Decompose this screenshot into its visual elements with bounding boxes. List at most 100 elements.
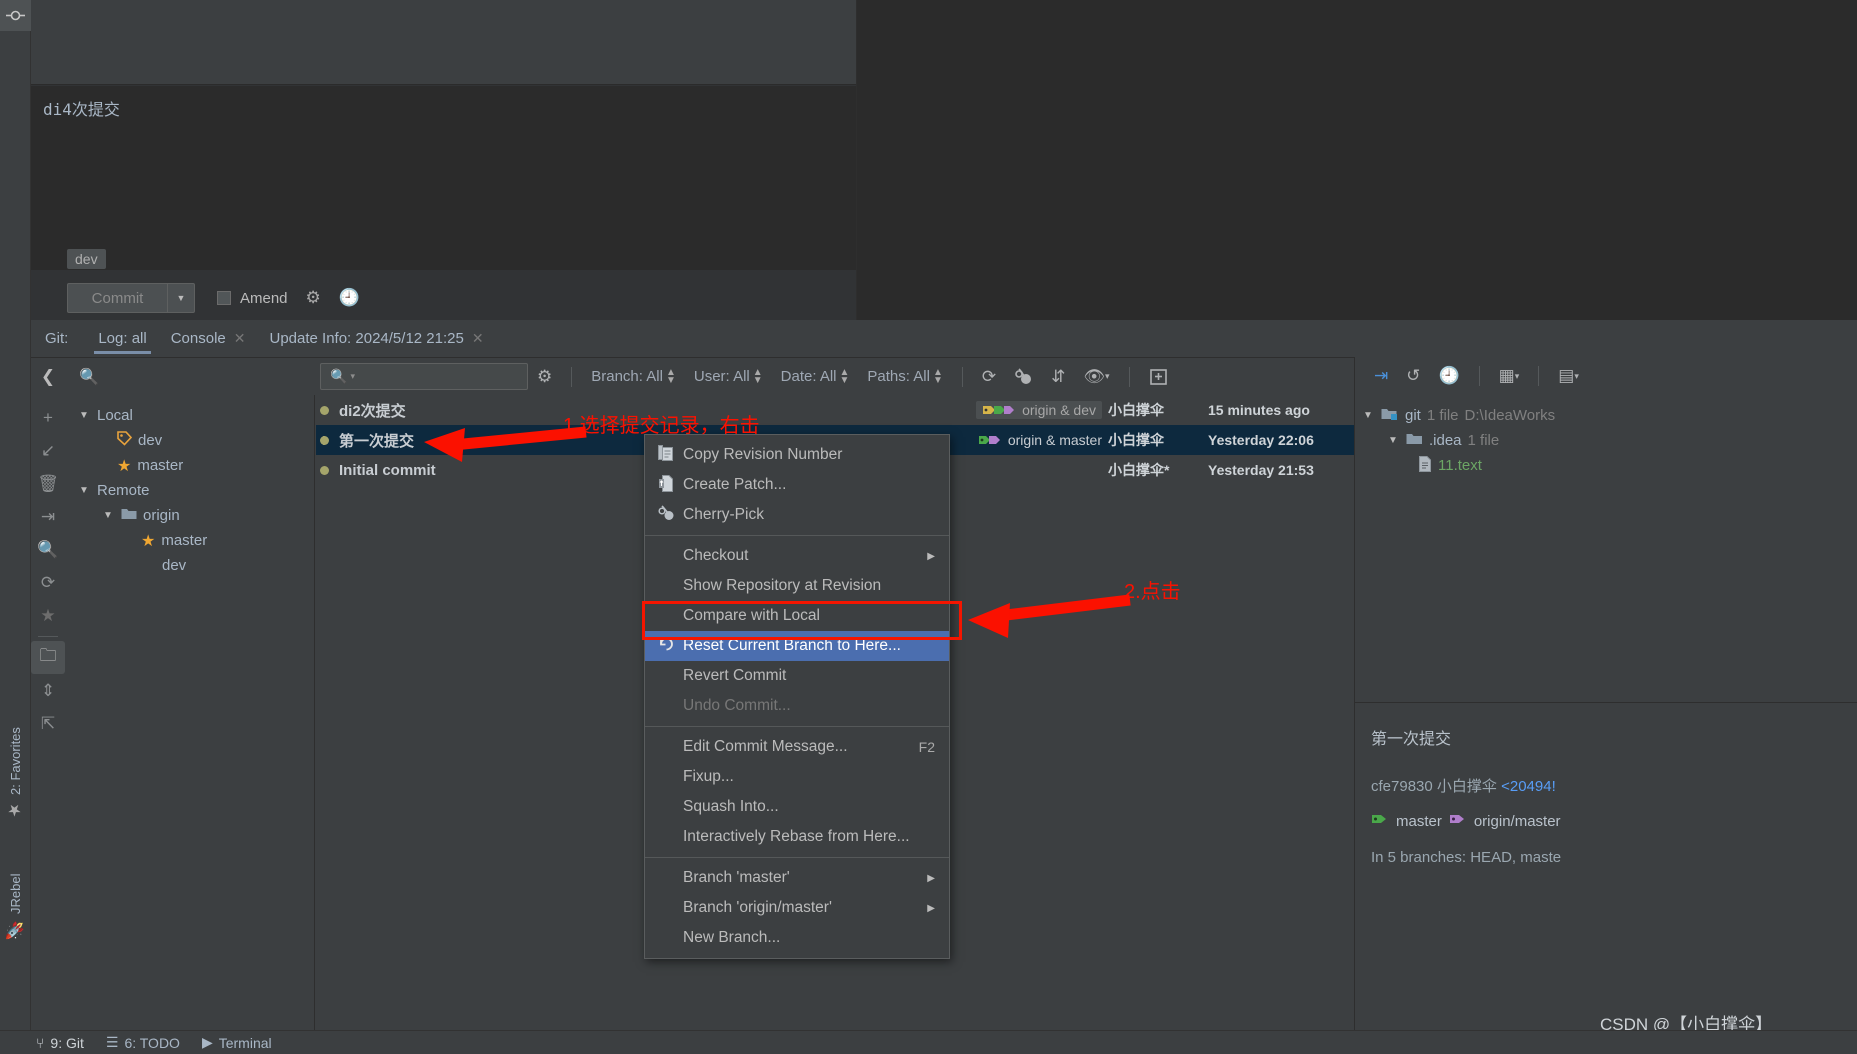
menu-item-copy-revision-number[interactable]: Copy Revision Number (645, 440, 949, 470)
fetch-icon[interactable]: ↙ (31, 434, 65, 467)
tab-console[interactable]: Console ✕ (159, 320, 258, 357)
chevron-right-icon: ▶ (927, 872, 935, 884)
chevron-right-icon: ▶ (927, 550, 935, 562)
status-item-todo[interactable]: ☰ 6: TODO (106, 1034, 180, 1051)
module-icon (1381, 407, 1399, 425)
commit-detail-body: 第一次提交 cfe79830 小白撑伞 <20494! master origi… (1355, 710, 1857, 887)
tree-node-origin-dev[interactable]: dev (65, 553, 314, 578)
menu-item-show-repository-at-revision[interactable]: Show Repository at Revision (645, 571, 949, 601)
amend-checkbox[interactable] (217, 291, 231, 305)
detail-author: 小白撑伞 (1436, 777, 1497, 795)
commit-details-panel: ▼ git 1 file D:\IdeaWorks ▼ .idea 1 file (1354, 395, 1857, 1054)
file-path: D:\IdeaWorks (1464, 407, 1556, 424)
collapse-icon[interactable]: ⇱ (31, 707, 65, 740)
close-icon[interactable]: ✕ (234, 320, 246, 357)
tree-node-local-dev[interactable]: dev (65, 428, 314, 453)
menu-item-edit-commit-message[interactable]: Edit Commit Message... F2 (645, 732, 949, 762)
tab-log-all[interactable]: Log: all (86, 320, 158, 357)
vcs-icon[interactable] (0, 0, 31, 31)
undo-icon[interactable]: ↺ (1397, 366, 1429, 386)
filter-branch[interactable]: Branch: All ▲ ▼ (582, 366, 685, 386)
commit-context-menu: Copy Revision Number Create Patch... Che… (644, 434, 950, 959)
tree-node-label: master (137, 457, 184, 474)
editor-area (856, 0, 1857, 320)
menu-item-interactively-rebase-from-here[interactable]: Interactively Rebase from Here... (645, 822, 949, 852)
filter-user[interactable]: User: All ▲ ▼ (685, 366, 772, 386)
menu-item-fixup[interactable]: Fixup... (645, 762, 949, 792)
chevron-down-icon: ▼ (1363, 410, 1373, 421)
toolbar-separator (571, 366, 573, 387)
commit-message-input[interactable]: di4次提交 (31, 86, 856, 270)
close-icon[interactable]: ✕ (472, 320, 484, 357)
refresh-icon[interactable]: ⟳ (973, 367, 1005, 387)
menu-item-checkout[interactable]: Checkout ▶ (645, 541, 949, 571)
search-icon[interactable]: 🔍 (31, 533, 65, 566)
search-icon: 🔍 (79, 368, 99, 386)
expand-icon[interactable]: ⇕ (31, 674, 65, 707)
menu-item-reset-current-branch-to-here[interactable]: Reset Current Branch to Here... (645, 631, 949, 661)
commit-file-list[interactable] (31, 0, 856, 85)
chevron-down-icon: ▼ (1388, 435, 1398, 446)
menu-item-label: Edit Commit Message... (683, 738, 848, 755)
collapse-arrows-icon[interactable]: ⇥ (1365, 366, 1397, 386)
toolbar-separator (1538, 366, 1540, 386)
chevron-updown-icon: ▲ ▼ (665, 366, 676, 386)
file-row-folder[interactable]: ▼ .idea 1 file (1363, 428, 1857, 453)
log-search-input[interactable]: 🔍 ▾ (320, 363, 528, 390)
amend-checkbox-group[interactable]: Amend (217, 290, 288, 307)
tree-node-remote[interactable]: ▼ Remote (65, 478, 314, 503)
star-icon[interactable]: ★ (31, 599, 65, 632)
table-row[interactable]: di2次提交 origin & dev 小白撑伞 15 minutes ago (316, 395, 1354, 425)
merge-icon[interactable]: ⇥ (31, 500, 65, 533)
menu-item-new-branch[interactable]: New Branch... (645, 923, 949, 953)
tree-node-local[interactable]: ▼ Local (65, 403, 314, 428)
chevron-down-icon: ▼ (103, 510, 113, 521)
cherry-pick-icon[interactable] (1005, 368, 1042, 385)
tree-node-origin-master[interactable]: ★ master (65, 528, 314, 553)
sidebar-item-jrebel[interactable]: 🚀 JRebel (0, 830, 31, 940)
detail-hash: cfe79830 (1371, 777, 1433, 795)
tab-label: Log: all (98, 330, 147, 347)
filter-paths[interactable]: Paths: All ▲ ▼ (858, 367, 951, 385)
detail-email[interactable]: <20494! (1501, 778, 1556, 795)
folder-icon[interactable]: 🗀 (31, 641, 65, 674)
sort-icon[interactable]: ⇵ (1042, 367, 1074, 387)
chevron-left-icon[interactable]: ❮ (31, 358, 65, 396)
grid-view-icon[interactable]: ▦ ▾ (1490, 366, 1529, 386)
commit-button[interactable]: Commit (67, 283, 167, 313)
sidebar-item-favorites[interactable]: ★ 2: Favorites (0, 690, 31, 820)
menu-item-compare-with-local[interactable]: Compare with Local (645, 601, 949, 631)
menu-item-branch-origin-master[interactable]: Branch 'origin/master' ▶ (645, 893, 949, 923)
menu-item-cherry-pick[interactable]: Cherry-Pick (645, 500, 949, 530)
rail-divider (38, 636, 58, 637)
file-row-module[interactable]: ▼ git 1 file D:\IdeaWorks (1363, 403, 1857, 428)
delete-icon[interactable]: 🗑 (31, 467, 65, 500)
list-view-icon[interactable]: ▤ ▾ (1549, 366, 1588, 386)
filter-date[interactable]: Date: All ▲ ▼ (772, 366, 859, 386)
chevron-updown-icon: ▲ ▼ (839, 366, 850, 386)
gear-icon[interactable]: ⚙ (306, 288, 321, 308)
file-row-file[interactable]: 11.text (1363, 453, 1857, 478)
clock-icon[interactable]: 🕘 (339, 288, 360, 308)
chevron-down-icon: ▼ (79, 485, 89, 496)
menu-item-revert-commit[interactable]: Revert Commit (645, 661, 949, 691)
tab-update-info[interactable]: Update Info: 2024/5/12 21:25 ✕ (258, 320, 496, 357)
gear-icon[interactable]: ⚙ (528, 367, 561, 387)
branch-filter-search[interactable]: 🔍 (65, 358, 310, 396)
open-tab-icon[interactable] (1140, 368, 1177, 386)
details-divider (1355, 702, 1857, 703)
tree-node-local-master[interactable]: ★ master (65, 453, 314, 478)
add-icon[interactable]: + (31, 401, 65, 434)
menu-item-create-patch[interactable]: Create Patch... (645, 470, 949, 500)
chevron-updown-icon: ▲ ▼ (752, 366, 763, 386)
clock-icon[interactable]: 🕘 (1430, 366, 1469, 386)
commit-dropdown-arrow[interactable]: ▼ (167, 283, 195, 313)
search-icon: 🔍 (330, 368, 348, 384)
menu-item-squash-into[interactable]: Squash Into... (645, 792, 949, 822)
status-item-terminal[interactable]: ▶ Terminal (202, 1034, 272, 1051)
status-item-git[interactable]: ⑂ 9: Git (36, 1035, 84, 1051)
eye-icon[interactable]: 👁 ▾ (1074, 367, 1118, 387)
tree-node-origin[interactable]: ▼ origin (65, 503, 314, 528)
refresh-icon[interactable]: ⟳ (31, 566, 65, 599)
menu-item-branch-master[interactable]: Branch 'master' ▶ (645, 863, 949, 893)
